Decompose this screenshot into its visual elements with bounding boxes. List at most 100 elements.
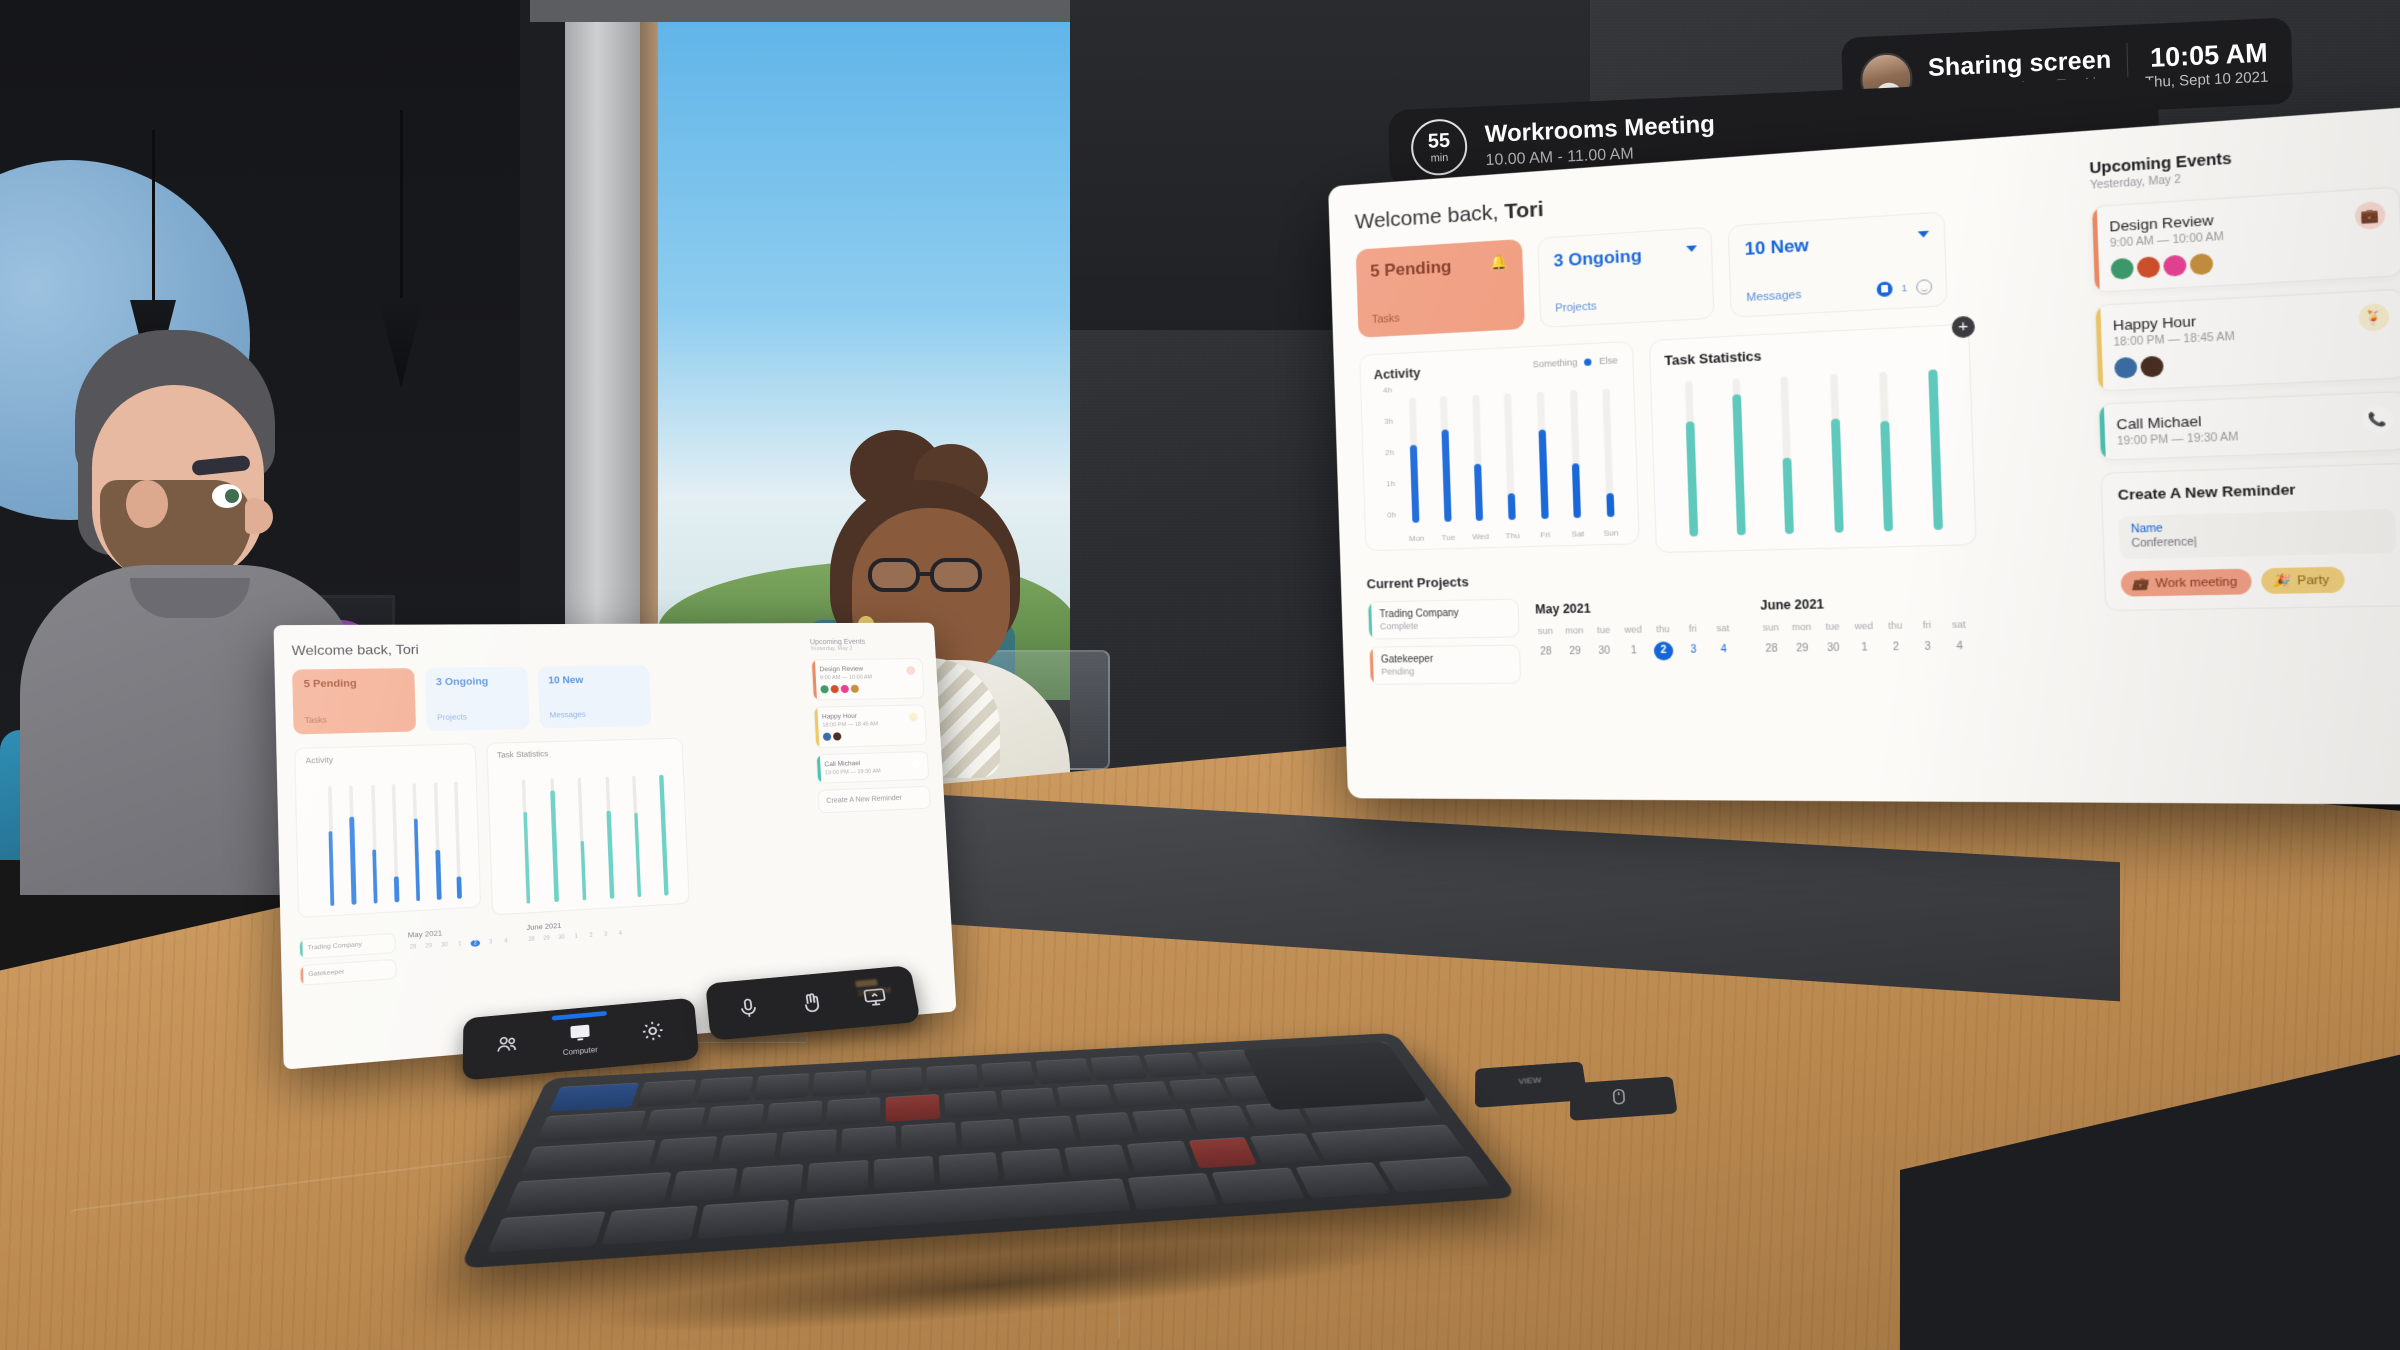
calendar-day[interactable]: 1 (1624, 642, 1644, 661)
stat-card-projects[interactable]: 3 Ongoing Projects (1537, 226, 1715, 329)
keyboard-key[interactable] (1126, 1140, 1194, 1173)
reminder-type-button[interactable]: 💼 Work meeting (2120, 568, 2253, 597)
keyboard-key[interactable] (754, 1073, 810, 1101)
keyboard-key[interactable] (901, 1122, 958, 1153)
keyboard-key[interactable] (1075, 1112, 1136, 1142)
calendar-day[interactable]: 2 (1653, 641, 1674, 661)
keyboard-key[interactable] (926, 1064, 980, 1091)
reminder-name-field[interactable]: Name Conference| (2118, 508, 2397, 560)
keyboard-key[interactable] (938, 1152, 1000, 1186)
calendar-day[interactable]: 30 (1595, 642, 1615, 661)
keyboard-key[interactable] (716, 1132, 778, 1165)
project-list-item[interactable]: Gatekeeper Pending (1368, 644, 1522, 685)
toolbar-button-settings[interactable] (616, 998, 689, 1066)
mousepad-right[interactable] (1570, 1076, 1678, 1121)
keyboard-key[interactable] (704, 1103, 765, 1133)
stat-card-messages[interactable]: 10 New Messages 1 (1727, 211, 1948, 318)
calendar-day[interactable]: 3 (1684, 641, 1704, 660)
calendar-day[interactable]: 1 (1854, 639, 1875, 658)
keyboard-key[interactable] (504, 1171, 672, 1213)
keyboard-key[interactable] (1035, 1058, 1092, 1084)
keyboard-key[interactable] (601, 1205, 699, 1246)
keyboard-trackpad[interactable] (1242, 1041, 1429, 1111)
calendar-day[interactable]: 29 (1792, 640, 1813, 659)
chevron-down-icon[interactable] (1686, 245, 1698, 253)
toolbar-button-microphone[interactable] (717, 978, 781, 1040)
plus-icon[interactable]: + (1951, 315, 1976, 339)
keyboard-key[interactable] (669, 1167, 738, 1203)
keyboard-key[interactable] (873, 1155, 935, 1190)
keyboard-key[interactable] (1295, 1162, 1391, 1199)
keyboard-key[interactable] (886, 1093, 941, 1123)
keyboard-key[interactable] (1378, 1156, 1491, 1193)
keyboard-key[interactable] (806, 1159, 869, 1194)
keyboard-key[interactable] (1249, 1133, 1320, 1165)
task-plot-area (1665, 368, 1963, 537)
keyboard-key[interactable] (1064, 1144, 1130, 1177)
laptop-bar (659, 774, 669, 896)
keyboard-key[interactable] (695, 1076, 754, 1104)
toolbar-button-people[interactable] (473, 1011, 543, 1079)
event-card[interactable]: 🍹 Happy Hour 18:00 PM — 18:45 AM (2094, 288, 2400, 392)
smiley-icon[interactable] (1915, 279, 1933, 295)
calendar-day[interactable]: 28 (1761, 640, 1781, 659)
keyboard-key[interactable] (1056, 1084, 1116, 1112)
keyboard-key[interactable] (870, 1067, 923, 1094)
chevron-down-icon[interactable] (1917, 230, 1930, 238)
keyboard-key[interactable] (549, 1082, 640, 1112)
keyboard-key[interactable] (765, 1100, 823, 1130)
keyboard-key[interactable] (1143, 1052, 1202, 1078)
keyboard-key[interactable] (738, 1163, 804, 1198)
keyboard-key[interactable] (840, 1125, 897, 1157)
toolbar-group-primary: Computer (462, 997, 700, 1081)
keyboard-key[interactable] (520, 1140, 657, 1177)
keyboard-key[interactable] (697, 1200, 789, 1239)
thumbs-up-icon[interactable] (1876, 281, 1893, 298)
keyboard-key[interactable] (1188, 1105, 1252, 1135)
calendar-day[interactable]: 28 (1536, 643, 1555, 662)
event-card[interactable]: 📞 Call Michael 19:00 PM — 19:30 AM (2097, 390, 2400, 461)
keyboard-key[interactable] (1089, 1055, 1147, 1081)
calendar-day[interactable]: 2 (1886, 638, 1907, 658)
keyboard-key[interactable] (1112, 1081, 1173, 1109)
keyboard-key[interactable] (636, 1079, 697, 1107)
keyboard-key[interactable] (779, 1129, 837, 1161)
keyboard-key[interactable] (535, 1110, 646, 1143)
calendar-weekday: fri (1688, 623, 1697, 634)
keyboard-key[interactable] (654, 1136, 718, 1169)
toolbar-button-computer[interactable]: Computer (545, 1005, 616, 1073)
stat-card-tasks[interactable]: 🔔 5 Pending Tasks (1355, 238, 1525, 338)
calendar-weekday: sat (1716, 622, 1730, 634)
project-list-item[interactable]: Trading Company Complete (1367, 598, 1520, 640)
reminder-type-button[interactable]: 🎉 Party (2261, 566, 2345, 595)
toolbar-button-screen-share[interactable] (842, 966, 909, 1028)
keyboard-key[interactable] (826, 1097, 881, 1126)
calendar-day[interactable]: 4 (1714, 641, 1734, 660)
keyboard-key[interactable] (1018, 1115, 1077, 1146)
message-reactions: 1 (1876, 279, 1933, 298)
keyboard-key[interactable] (960, 1119, 1018, 1150)
keyboard-key[interactable] (643, 1106, 706, 1137)
keyboard-key[interactable] (1132, 1108, 1195, 1139)
keyboard-key[interactable] (1310, 1124, 1466, 1161)
calendar-day[interactable]: 29 (1565, 643, 1584, 662)
shared-screen[interactable]: Welcome back, Tori 🔔 5 Pending Tasks 3 O… (1328, 105, 2400, 805)
calendar-day[interactable]: 3 (1917, 638, 1938, 658)
keyboard-key[interactable] (1188, 1136, 1258, 1169)
people-icon (494, 1031, 520, 1056)
toolbar-button-raise-hand[interactable] (779, 972, 845, 1034)
keyboard-key[interactable] (1168, 1077, 1230, 1105)
keyboard-key[interactable] (812, 1070, 866, 1097)
keyboard-key[interactable] (1000, 1087, 1058, 1116)
event-card[interactable]: 💼 Design Review 9:00 AM — 10:00 AM (2090, 186, 2400, 293)
keyboard-key[interactable] (981, 1061, 1036, 1088)
keyboard-key[interactable] (1211, 1167, 1306, 1204)
keyboard-key[interactable] (943, 1090, 999, 1119)
keyboard-key[interactable] (1127, 1173, 1219, 1210)
calendar-weekday: mon (1565, 625, 1584, 636)
calendar-day[interactable]: 4 (1949, 637, 1970, 657)
event-name: Design Review (819, 665, 864, 674)
calendar-day[interactable]: 30 (1823, 639, 1844, 658)
keyboard-key[interactable] (1001, 1148, 1066, 1181)
keyboard-key[interactable] (487, 1211, 607, 1253)
